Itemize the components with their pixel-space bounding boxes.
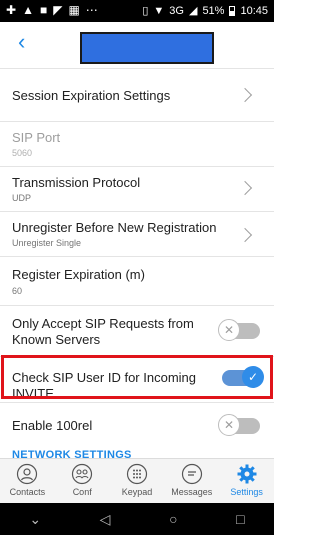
collapse-icon[interactable]: ⌄ bbox=[29, 511, 41, 528]
only-accept-sip-row[interactable]: Only Accept SIP Requests from Known Serv… bbox=[0, 306, 274, 356]
unregister-value: Unregister Single bbox=[12, 238, 82, 248]
unregister-label: Unregister Before New Registration bbox=[12, 220, 217, 235]
chevron-right-icon bbox=[237, 87, 253, 103]
enable-100rel-row[interactable]: Enable 100rel ✕ bbox=[0, 403, 274, 447]
chevron-right-icon bbox=[237, 180, 253, 196]
highlight-box bbox=[1, 355, 273, 399]
contacts-icon bbox=[17, 463, 38, 485]
app-icon: ▦ bbox=[68, 3, 80, 17]
redacted-title bbox=[80, 32, 214, 64]
tab-contacts[interactable]: Contacts bbox=[0, 459, 55, 503]
tab-settings[interactable]: Settings bbox=[219, 459, 274, 503]
app-header: ‹ bbox=[0, 22, 274, 68]
tab-conf[interactable]: Conf bbox=[55, 459, 110, 503]
clock: 10:45 bbox=[240, 4, 268, 17]
transmission-protocol-value: UDP bbox=[12, 193, 32, 203]
sip-port-value: 5060 bbox=[12, 148, 33, 158]
system-nav-bar: ⌄ ◁ ○ □ bbox=[0, 503, 274, 535]
transmission-protocol-label: Transmission Protocol bbox=[12, 175, 141, 190]
settings-gear-icon bbox=[237, 464, 257, 484]
tab-label: Settings bbox=[230, 487, 263, 497]
4g-plus-icon: ✚ bbox=[6, 3, 17, 17]
battery-percent: 51% bbox=[202, 4, 225, 17]
back-triangle-icon[interactable]: ◁ bbox=[100, 511, 111, 528]
messages-icon bbox=[181, 463, 202, 485]
register-expiration-label: Register Expiration (m) bbox=[12, 267, 145, 282]
bottom-tab-bar: Contacts Conf Keypad Messages Settings bbox=[0, 458, 274, 503]
wifi-icon: ◤ bbox=[53, 3, 63, 17]
enable-100rel-toggle[interactable]: ✕ bbox=[218, 414, 260, 436]
home-circle-icon[interactable]: ○ bbox=[169, 511, 177, 527]
transmission-protocol-row[interactable]: Transmission Protocol UDP bbox=[0, 167, 274, 211]
register-expiration-value: 60 bbox=[12, 286, 23, 296]
chevron-left-icon: ‹ bbox=[18, 29, 26, 54]
conference-icon bbox=[72, 463, 93, 485]
keypad-icon bbox=[126, 463, 148, 485]
system-indicators: ▯ ▼ 3G ◢ 51% 10:45 bbox=[142, 4, 268, 18]
close-icon: ✕ bbox=[218, 414, 240, 436]
unregister-row[interactable]: Unregister Before New Registration Unreg… bbox=[0, 212, 274, 256]
back-button[interactable]: ‹ bbox=[18, 30, 42, 54]
recents-square-icon[interactable]: □ bbox=[236, 511, 244, 527]
tab-label: Messages bbox=[171, 487, 213, 497]
sip-port-label: SIP Port bbox=[12, 130, 61, 145]
warning-icon: ▲ bbox=[22, 3, 34, 17]
sip-port-row: SIP Port 5060 bbox=[0, 122, 274, 166]
enable-100rel-label: Enable 100rel bbox=[12, 418, 93, 433]
tab-label: Contacts bbox=[9, 487, 46, 497]
network-type: 3G bbox=[169, 4, 184, 17]
tab-label: Keypad bbox=[121, 487, 153, 497]
notification-icons: ✚ ▲ ■ ◤ ▦ ⋯ bbox=[6, 3, 98, 17]
signal-icon: ◢ bbox=[188, 5, 198, 17]
chevron-right-icon bbox=[237, 227, 253, 243]
session-expiration-label: Session Expiration Settings bbox=[12, 88, 171, 103]
status-bar: ✚ ▲ ■ ◤ ▦ ⋯ ▯ ▼ 3G ◢ 51% 10:45 bbox=[0, 0, 274, 22]
gallery-icon: ■ bbox=[39, 3, 48, 17]
only-accept-sip-label: Only Accept SIP Requests from Known Serv… bbox=[12, 316, 194, 347]
register-expiration-row[interactable]: Register Expiration (m) 60 bbox=[0, 257, 274, 305]
tab-label: Conf bbox=[72, 487, 92, 497]
session-expiration-row[interactable]: Session Expiration Settings bbox=[0, 69, 274, 121]
wifi-signal-icon: ▼ bbox=[153, 4, 165, 17]
battery-icon bbox=[229, 5, 236, 16]
tab-keypad[interactable]: Keypad bbox=[110, 459, 165, 503]
vibrate-icon: ▯ bbox=[142, 5, 149, 17]
close-icon: ✕ bbox=[218, 319, 240, 341]
tab-messages[interactable]: Messages bbox=[164, 459, 219, 503]
only-accept-sip-toggle[interactable]: ✕ bbox=[218, 319, 260, 341]
more-icon: ⋯ bbox=[85, 3, 98, 17]
